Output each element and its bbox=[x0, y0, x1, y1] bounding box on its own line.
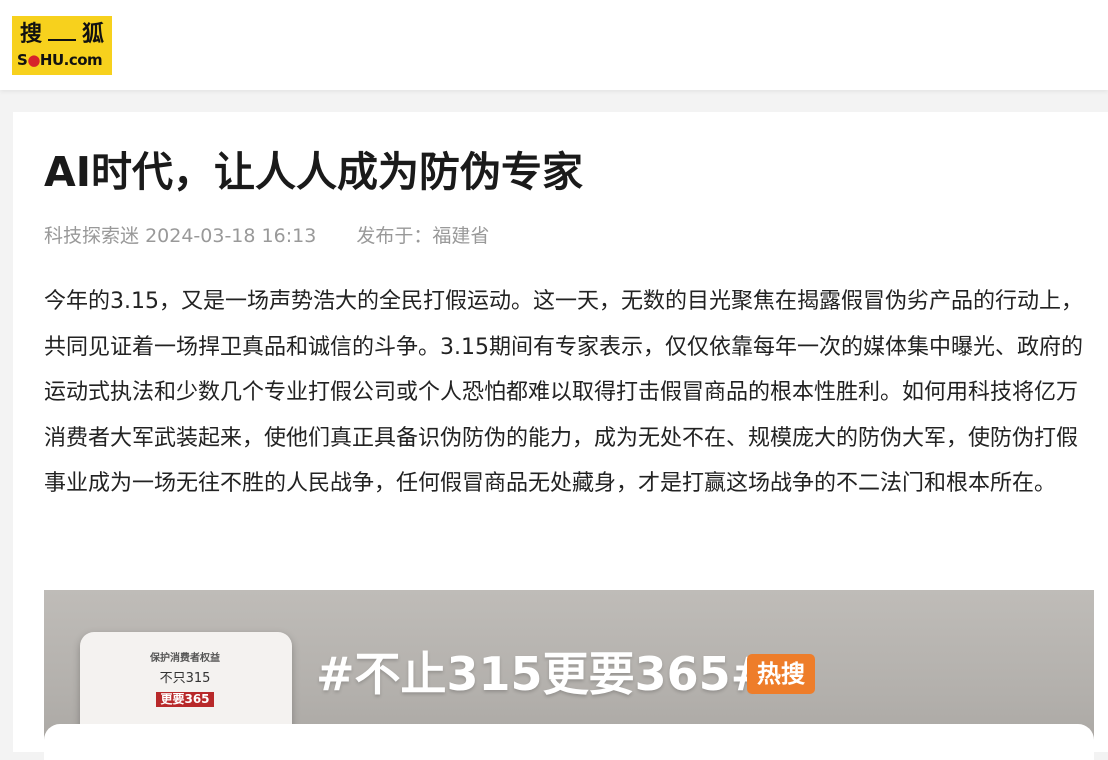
product-label: 保护消费者权益 不只315 更要365 bbox=[80, 652, 290, 707]
article-title: AI时代，让人人成为防伪专家 bbox=[44, 148, 583, 196]
logo-english: S●HU.com bbox=[15, 51, 109, 69]
location-label: 发布于： bbox=[356, 225, 433, 247]
publish-datetime: 2024-03-18 16:13 bbox=[145, 225, 317, 247]
logo-en-post: HU.com bbox=[39, 51, 103, 69]
author-link[interactable]: 科技探索迷 bbox=[44, 225, 139, 247]
product-line-1: 保护消费者权益 bbox=[150, 653, 220, 664]
logo-char-left: 搜 bbox=[20, 21, 43, 47]
product-line-2: 不只315 bbox=[159, 671, 211, 686]
hashtag-text: #不止315更要365# bbox=[316, 647, 770, 701]
hot-search-badge: 热搜 bbox=[747, 654, 815, 694]
article-image: 保护消费者权益 不只315 更要365 #不止315更要365# 热搜 bbox=[44, 590, 1094, 760]
sohu-logo[interactable]: 搜 狐 S●HU.com bbox=[12, 16, 112, 75]
article-card: AI时代，让人人成为防伪专家 科技探索迷 2024-03-18 16:13 发布… bbox=[13, 112, 1108, 760]
product-line-3: 更要365 bbox=[156, 692, 214, 707]
logo-char-right: 狐 bbox=[81, 21, 104, 47]
image-white-panel bbox=[44, 724, 1094, 760]
logo-divider-line bbox=[48, 39, 76, 41]
article-meta: 科技探索迷 2024-03-18 16:13 发布于：福建省 bbox=[44, 222, 489, 250]
logo-chinese: 搜 狐 bbox=[15, 20, 109, 48]
article-paragraph: 今年的3.15，又是一场声势浩大的全民打假运动。这一天，无数的目光聚焦在揭露假冒… bbox=[44, 289, 1083, 496]
location-value: 福建省 bbox=[432, 225, 490, 247]
site-header: 搜 狐 S●HU.com bbox=[0, 0, 1108, 90]
logo-red-dot-icon: ● bbox=[27, 51, 40, 69]
logo-en-pre: S bbox=[17, 51, 28, 69]
